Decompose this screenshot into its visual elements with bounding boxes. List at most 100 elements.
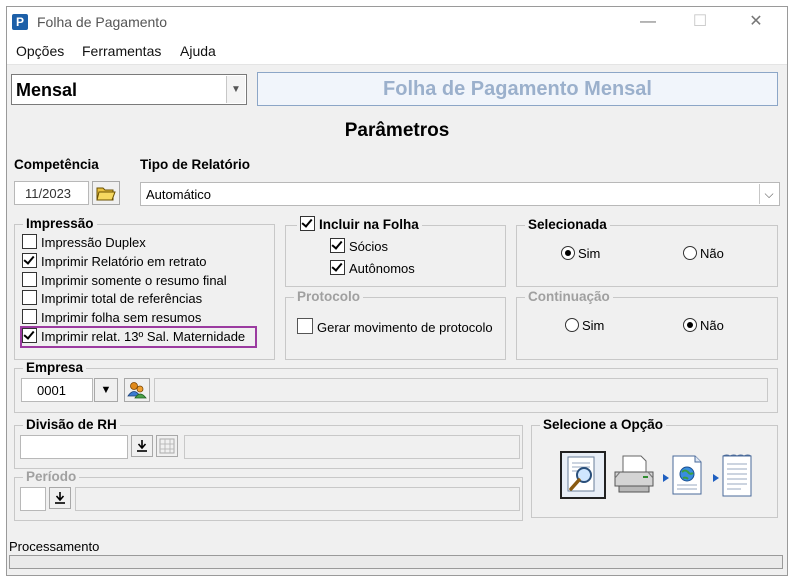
progress-bar [9,555,783,569]
empresa-code-value: 0001 [37,383,66,398]
option-total-referencias[interactable]: Imprimir total de referências [22,290,202,308]
option-13-maternidade[interactable]: Imprimir relat. 13º Sal. Maternidade [22,328,245,346]
selecionada-nao-radio[interactable] [683,246,697,260]
tipo-relatorio-select[interactable]: Automático ⌵ [140,182,780,206]
socios-checkbox[interactable] [330,238,345,253]
duplex-checkbox[interactable] [22,234,37,249]
empresa-dropdown-button[interactable]: ▼ [94,378,118,402]
option-gerar-protocolo[interactable]: Gerar movimento de protocolo [297,318,493,336]
divisao-download-button[interactable] [131,435,153,457]
periodo-download-button[interactable] [49,487,71,509]
autonomos-checkbox[interactable] [330,260,345,275]
competencia-field[interactable]: 11/2023 [14,181,89,205]
preview-button[interactable] [560,451,606,499]
option-retrato[interactable]: Imprimir Relatório em retrato [22,253,206,271]
divisao-title: Divisão de RH [23,417,120,433]
option-resumo-final[interactable]: Imprimir somente o resumo final [22,272,227,290]
arrow-down-bar-icon [137,440,147,452]
menu-bar: Opções Ferramentas Ajuda [7,37,787,65]
arrow-down-bar-icon [55,492,65,504]
incluir-toggle[interactable]: Incluir na Folha [297,216,422,234]
option-socios[interactable]: Sócios [330,238,388,256]
option-duplex[interactable]: Impressão Duplex [22,234,146,252]
close-button[interactable]: ✕ [733,9,779,35]
main-window: P Folha de Pagamento — ☐ ✕ Opções Ferram… [6,6,788,576]
menu-opcoes[interactable]: Opções [16,43,64,59]
menu-ferramentas[interactable]: Ferramentas [82,43,161,59]
grid-lookup-icon [159,438,175,454]
selecione-title: Selecione a Opção [540,417,667,433]
sem-resumos-label: Imprimir folha sem resumos [41,310,202,325]
selecionada-nao-label: Não [700,246,724,261]
empresa-name-field [154,378,768,402]
selecionada-sim[interactable]: Sim [561,245,600,263]
continuacao-sim[interactable]: Sim [565,317,604,335]
menu-ajuda[interactable]: Ajuda [180,43,216,59]
gerar-protocolo-label: Gerar movimento de protocolo [317,320,493,335]
continuacao-group: Continuação [516,289,778,360]
chevron-down-icon[interactable]: ▼ [226,76,245,103]
periodo-code-field[interactable] [20,487,46,511]
total-referencias-label: Imprimir total de referências [41,291,203,306]
retrato-checkbox[interactable] [22,253,37,268]
continuacao-title: Continuação [525,289,613,305]
selecionada-nao[interactable]: Não [683,245,724,263]
caret-down-icon: ▼ [100,384,112,396]
selecionada-sim-radio[interactable] [561,246,575,260]
tipo-relatorio-value: Automático [146,187,212,202]
competencia-label: Competência [14,157,99,172]
frequency-value: Mensal [16,80,78,100]
retrato-label: Imprimir Relatório em retrato [41,254,207,269]
window-title: Folha de Pagamento [37,14,167,30]
resumo-final-label: Imprimir somente o resumo final [41,273,227,288]
open-folder-button[interactable] [92,181,120,205]
printer-icon [614,455,654,493]
minimize-button[interactable]: — [625,9,671,35]
continuacao-nao[interactable]: Não [683,317,724,335]
selecionada-title: Selecionada [525,217,610,233]
empresa-search-button[interactable] [124,378,150,402]
empresa-code-field[interactable]: 0001 [21,378,93,402]
app-icon: P [12,14,28,30]
folder-icon [96,187,116,201]
export-document-button[interactable] [710,451,756,499]
tipo-relatorio-label: Tipo de Relatório [140,157,251,172]
title-bar: P Folha de Pagamento — ☐ ✕ [7,7,787,37]
continuacao-nao-radio[interactable] [683,318,697,332]
gerar-protocolo-checkbox[interactable] [297,318,313,334]
option-autonomos[interactable]: Autônomos [330,260,415,278]
competencia-value: 11/2023 [25,186,72,201]
selecionada-group: Selecionada [516,217,778,287]
socios-label: Sócios [349,239,389,254]
continuacao-sim-label: Sim [582,318,605,333]
empresa-title: Empresa [23,360,87,376]
chevron-down-icon[interactable]: ⌵ [759,184,778,204]
divisao-code-field[interactable] [20,435,128,459]
incluir-title: Incluir na Folha [319,217,419,232]
periodo-title: Período [23,469,80,485]
incluir-checkbox[interactable] [300,216,315,231]
export-document-icon [713,454,752,497]
export-globe-icon [663,455,702,495]
users-icon [127,382,147,399]
protocolo-title: Protocolo [294,289,363,305]
total-referencias-checkbox[interactable] [22,290,37,305]
export-web-button[interactable] [660,451,706,499]
duplex-label: Impressão Duplex [41,235,146,250]
print-button[interactable] [610,451,656,499]
status-label: Processamento [9,539,100,554]
continuacao-sim-radio[interactable] [565,318,579,332]
frequency-select[interactable]: Mensal ▼ [11,74,247,105]
impressao-title: Impressão [23,216,97,232]
13-maternidade-checkbox[interactable] [22,328,37,343]
sem-resumos-checkbox[interactable] [22,309,37,324]
selecionada-sim-label: Sim [578,246,601,261]
maximize-button[interactable]: ☐ [677,9,723,35]
divisao-name-field [184,435,520,459]
periodo-name-field [75,487,520,511]
resumo-final-checkbox[interactable] [22,272,37,287]
13-maternidade-label: Imprimir relat. 13º Sal. Maternidade [41,329,246,344]
section-title: Parâmetros [344,120,450,141]
option-sem-resumos[interactable]: Imprimir folha sem resumos [22,309,201,327]
preview-icon [567,456,595,492]
